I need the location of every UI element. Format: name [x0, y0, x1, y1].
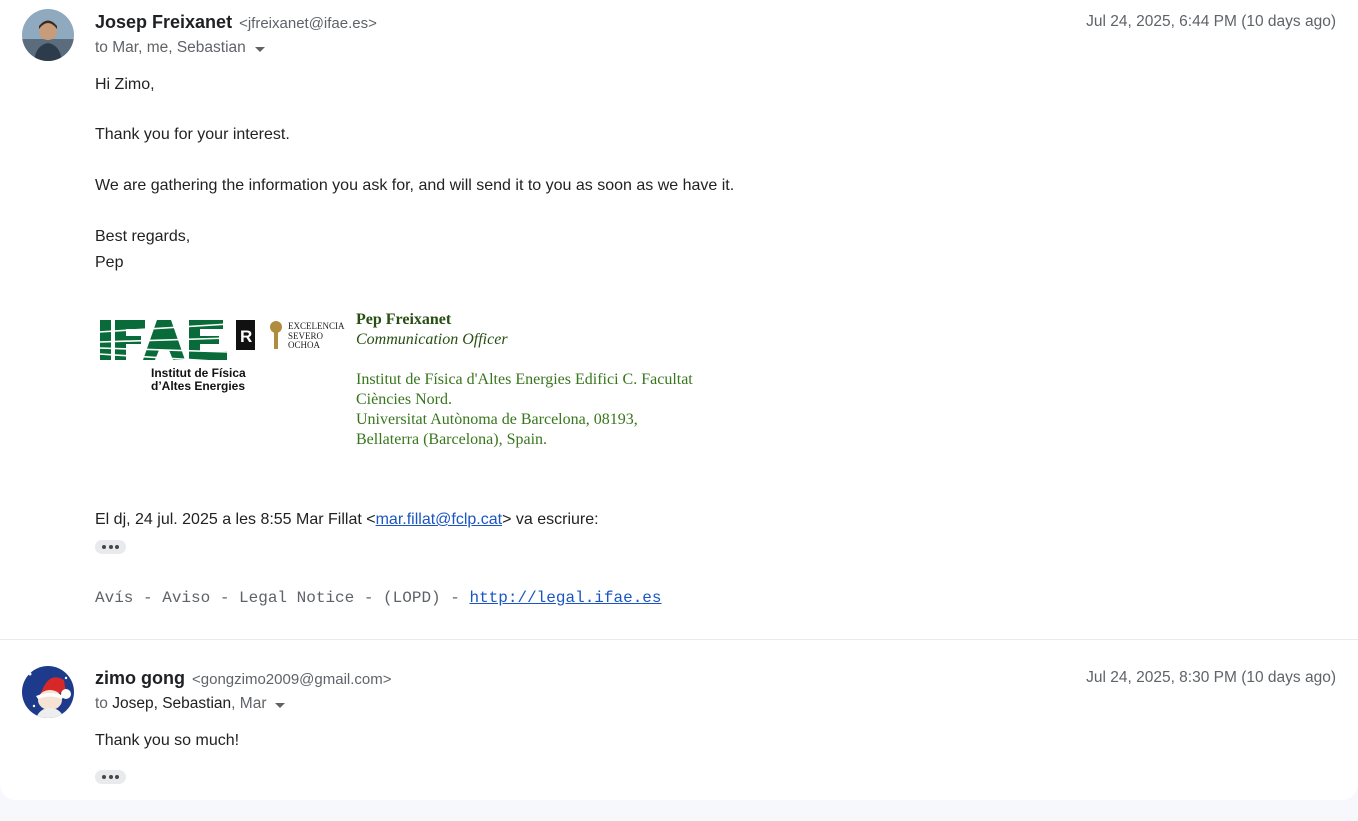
r-mark: R	[240, 327, 252, 346]
dot	[108, 545, 113, 549]
signature-address-2: Ciències Nord.	[356, 391, 452, 408]
signature-role: Communication Officer	[356, 331, 508, 348]
body-line: Thank you for your interest.	[95, 126, 290, 143]
sender-email: <gongzimo2009@gmail.com>	[192, 671, 392, 688]
message-date[interactable]: Jul 24, 2025, 8:30 PM (10 days ago)	[1086, 669, 1336, 687]
message-zimo: zimo gong <gongzimo2009@gmail.com> to Jo…	[0, 640, 1358, 800]
quoted-email-link[interactable]: mar.fillat@fclp.cat	[376, 511, 503, 528]
greeting: Hi Zimo,	[95, 76, 155, 93]
message-josep: Josep Freixanet <jfreixanet@ifae.es> to …	[0, 0, 1358, 640]
excelencia-text-3: OCHOA	[288, 340, 321, 350]
signature-address-4: Bellaterra (Barcelona), Spain.	[356, 431, 548, 448]
legal-link[interactable]: http://legal.ifae.es	[469, 589, 661, 607]
excelencia-text-1: EXCELENCIA	[288, 321, 345, 331]
sender-email: <jfreixanet@ifae.es>	[239, 15, 377, 32]
body-line: We are gathering the information you ask…	[95, 177, 735, 194]
show-details-caret-icon[interactable]	[275, 702, 286, 708]
recipients-line[interactable]: to Josep, Sebastian, Mar	[95, 695, 286, 713]
show-details-caret-icon[interactable]	[254, 46, 265, 52]
dot	[115, 775, 119, 779]
ifae-logo: R Institut de Física d’Altes Energies EX…	[98, 318, 349, 398]
recipients-line[interactable]: to Mar, me, Sebastian	[95, 39, 265, 57]
recipients: Mar, me, Sebastian	[112, 39, 246, 56]
body-line: Thank you so much!	[95, 732, 240, 749]
sender-avatar[interactable]	[22, 666, 74, 718]
logo-subtitle-1: Institut de Física	[151, 366, 246, 380]
closing: Best regards,	[95, 228, 191, 245]
dot	[108, 775, 113, 779]
dot	[102, 545, 106, 549]
avatar-santa-icon	[22, 666, 74, 718]
conversation-card: Josep Freixanet <jfreixanet@ifae.es> to …	[0, 0, 1358, 800]
show-trimmed-content-button[interactable]	[95, 770, 126, 784]
logo-subtitle-2: d’Altes Energies	[151, 379, 246, 393]
dot	[102, 775, 106, 779]
quoted-header: El dj, 24 jul. 2025 a les 8:55 Mar Filla…	[95, 511, 599, 528]
sender-name[interactable]: zimo gong <gongzimo2009@gmail.com>	[95, 668, 392, 689]
show-trimmed-content-button[interactable]	[95, 540, 126, 554]
sender-avatar[interactable]	[22, 9, 74, 61]
legal-notice: Avís - Aviso - Legal Notice - (LOPD) - h…	[95, 589, 662, 607]
message-date[interactable]: Jul 24, 2025, 6:44 PM (10 days ago)	[1086, 13, 1336, 31]
recipients-extra: , Mar	[231, 695, 267, 712]
recipients: Josep, Sebastian	[112, 695, 232, 712]
signature-address-3: Universitat Autònoma de Barcelona, 08193…	[356, 411, 638, 428]
signature-name: Pep Freixanet	[356, 311, 452, 328]
avatar-photo-icon	[22, 9, 74, 61]
signature-address-1: Institut de Física d'Altes Energies Edif…	[356, 371, 693, 388]
sign-name: Pep	[95, 254, 124, 271]
dot	[115, 545, 119, 549]
sender-name[interactable]: Josep Freixanet <jfreixanet@ifae.es>	[95, 12, 377, 33]
